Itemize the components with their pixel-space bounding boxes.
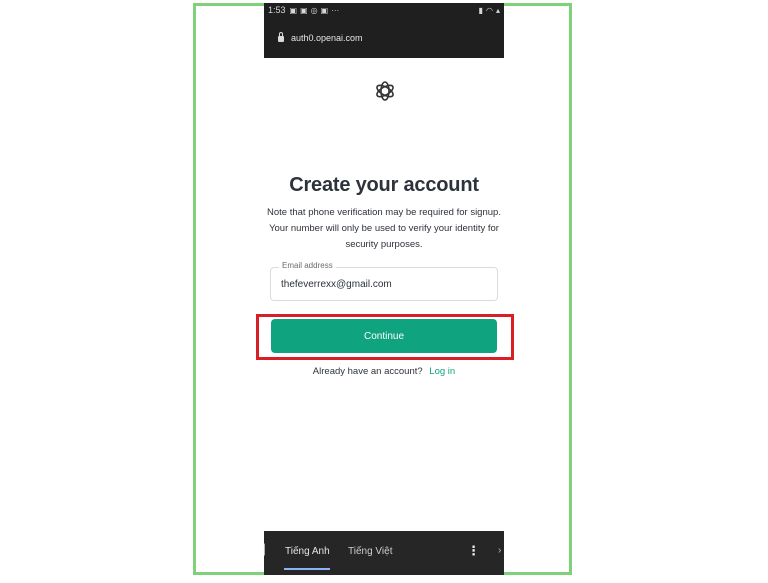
login-prompt: Already have an account? bbox=[312, 366, 423, 377]
image-icon: ▣ bbox=[320, 6, 329, 15]
status-bar: 1:53 ▣ ▣ ◎ ▣ ··· ▮ ◠ ▴ bbox=[264, 3, 504, 18]
wifi-icon: ◠ bbox=[486, 6, 493, 15]
battery-icon: ▮ bbox=[478, 6, 483, 15]
lock-icon bbox=[278, 32, 284, 42]
openai-logo bbox=[376, 81, 394, 101]
url-text: auth0.openai.com bbox=[291, 33, 363, 43]
browser-url-bar[interactable]: auth0.openai.com bbox=[264, 18, 504, 58]
image-icon: ▣ bbox=[289, 6, 298, 15]
email-field[interactable]: Email address thefeverrexx@gmail.com bbox=[270, 261, 498, 301]
settings-icon: ◎ bbox=[310, 6, 318, 15]
more-options-icon[interactable]: ⋮ bbox=[467, 543, 480, 559]
translate-bar: ▏ Tiếng Anh Tiếng Việt ⋮ › bbox=[264, 531, 504, 575]
active-tab-indicator bbox=[284, 568, 330, 570]
image-icon: ▣ bbox=[300, 6, 308, 15]
login-link[interactable]: Log in bbox=[429, 366, 455, 377]
signal-icon: ▴ bbox=[495, 6, 500, 15]
verification-note: Note that phone verification may be requ… bbox=[267, 207, 501, 250]
login-prompt-line: Already have an account? Log in bbox=[264, 366, 504, 377]
more-icon: ··· bbox=[331, 6, 340, 15]
scroll-left-icon[interactable]: ▏ bbox=[264, 545, 272, 556]
status-time: 1:53 bbox=[268, 5, 286, 15]
scroll-right-icon[interactable]: › bbox=[498, 545, 501, 556]
email-label: Email address bbox=[279, 261, 336, 270]
email-value[interactable]: thefeverrexx@gmail.com bbox=[281, 279, 392, 290]
continue-button[interactable]: Continue bbox=[271, 319, 497, 353]
tab-vietnamese[interactable]: Tiếng Việt bbox=[348, 546, 392, 557]
tab-english[interactable]: Tiếng Anh bbox=[285, 546, 330, 557]
page-title: Create your account bbox=[289, 174, 479, 196]
